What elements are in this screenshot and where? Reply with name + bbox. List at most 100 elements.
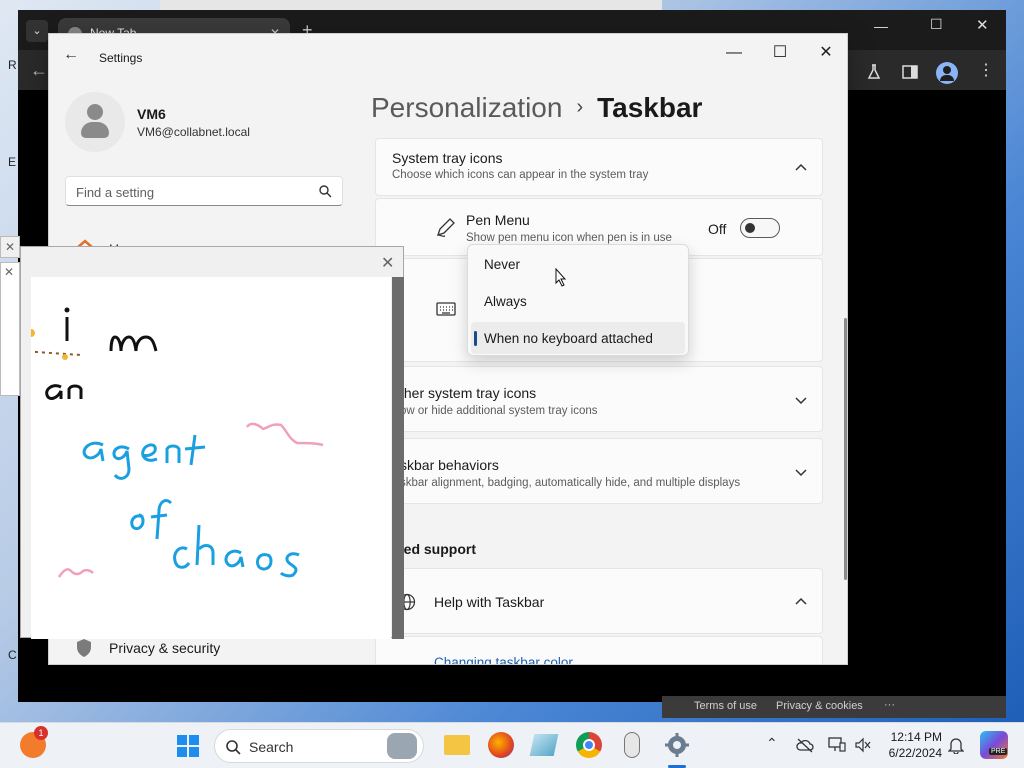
browser-close-button[interactable]: ✕ [976,16,989,34]
other-tray-title: ther system tray icons [400,385,537,401]
desktop-letter: R [8,58,17,72]
find-setting-input[interactable]: Find a setting [65,176,343,206]
chevron-up-icon[interactable] [794,161,808,175]
network-icon[interactable] [828,737,846,753]
pen-icon [436,218,455,237]
option-label: Never [484,257,521,272]
touch-keyboard-dropdown: Never Always When no keyboard attached [467,244,689,356]
browser-menu-icon[interactable]: ⋮ [978,60,994,80]
pen-menu-subtitle: Show pen menu icon when pen is in use [466,232,672,244]
chrome-icon[interactable] [576,732,602,758]
copilot-badge: PRE [989,748,1008,755]
page-title: Taskbar [597,92,703,123]
search-highlight-icon [387,733,417,759]
breadcrumb-separator: › [576,96,584,118]
handwriting-drawing [20,307,324,578]
show-hidden-icons-button[interactable]: ⌃ [766,735,778,752]
nav-label-privacy: Privacy & security [109,640,221,656]
browser-back-icon[interactable]: ← [30,60,48,81]
system-tray-header[interactable]: System tray icons Choose which icons can… [375,138,823,196]
footer-more-button[interactable]: ··· [884,699,895,711]
app-cube-icon[interactable] [529,734,559,756]
dropdown-option-never[interactable]: Never [471,248,685,280]
dropdown-option-no-keyboard[interactable]: When no keyboard attached [471,322,685,354]
taskbar-behaviors-card[interactable]: skbar behaviors skbar alignment, badging… [375,438,823,504]
back-button[interactable]: ← [63,46,79,64]
changing-taskbar-color-link[interactable]: Changing taskbar color [434,655,573,664]
search-icon [319,185,332,198]
app-title: Settings [99,51,143,65]
pen-menu-toggle[interactable] [740,218,780,238]
paint-window: ✕ [20,246,404,639]
mouse-cursor-icon [555,268,567,287]
chevron-down-icon[interactable] [794,393,808,407]
related-support-heading: ted support [399,541,476,557]
other-tray-card[interactable]: ther system tray icons ow or hide additi… [375,366,823,432]
keyboard-icon [436,302,456,316]
chevron-up-icon[interactable] [794,595,808,609]
pen-menu-toggle-state: Off [708,221,727,237]
settings-titlebar: ← Settings — ☐ ✕ [49,34,847,74]
breadcrumb-parent[interactable]: Personalization [371,92,562,123]
system-tray-subtitle: Choose which icons can appear in the sys… [392,169,649,181]
dropdown-option-always[interactable]: Always [471,285,685,317]
side-window-close-button[interactable]: ✕ [0,236,20,258]
close-button[interactable]: ✕ [803,38,847,68]
minimize-button[interactable]: — [711,38,757,68]
settings-gear-icon[interactable] [664,732,690,758]
pen-menu-title: Pen Menu [466,212,530,228]
chevron-down-icon[interactable] [794,465,808,479]
option-label: When no keyboard attached [484,331,653,346]
user-avatar [65,92,125,152]
window-strip [160,0,662,10]
taskbar: 1 Search ⌃ 12:14 PM 6/22/2024 PRE [0,722,1024,768]
desktop-letter: E [8,155,17,169]
behaviors-subtitle: skbar alignment, badging, automatically … [400,477,741,489]
system-clock[interactable]: 12:14 PM 6/22/2024 [880,729,942,761]
breadcrumb: Personalization › Taskbar [371,92,702,124]
terms-link[interactable]: Terms of use [694,700,757,712]
notification-badge: 1 [34,726,48,740]
paint-close-button[interactable]: ✕ [381,253,394,273]
paint-scrollbar[interactable] [392,277,404,639]
drawing-canvas[interactable] [20,277,391,639]
privacy-cookies-link[interactable]: Privacy & cookies [776,700,863,712]
behaviors-title: skbar behaviors [400,457,499,473]
browser-minimize-button[interactable]: — [874,18,888,34]
shield-icon [77,639,91,657]
labs-flask-icon[interactable] [866,64,882,80]
taskbar-search-box[interactable]: Search [214,729,424,763]
sidebar-icon[interactable] [902,64,918,80]
side-window-fragment: ✕ [0,262,20,396]
browser-maximize-button[interactable]: ☐ [930,16,943,33]
clock-date: 6/22/2024 [888,746,942,760]
desktop-letter: C [8,648,17,662]
firefox-icon[interactable] [488,732,514,758]
selection-indicator [474,331,477,346]
notification-bell-icon[interactable] [948,736,964,754]
settings-scrollbar[interactable] [844,318,847,580]
start-button-icon[interactable] [176,734,200,758]
system-tray-title: System tray icons [392,150,503,166]
weather-widget-icon[interactable]: 1 [20,726,48,758]
file-explorer-icon[interactable] [444,735,470,755]
clock-time: 12:14 PM [890,730,942,744]
user-email: VM6@collabnet.local [137,125,250,139]
copilot-icon[interactable]: PRE [980,731,1008,759]
search-placeholder: Find a setting [76,185,155,200]
option-label: Always [484,294,527,309]
side-window-close-icon[interactable]: ✕ [4,265,14,279]
profile-avatar-icon[interactable] [936,62,958,84]
volume-muted-icon[interactable] [854,737,872,753]
help-title: Help with Taskbar [434,594,545,610]
tab-search-icon[interactable]: ⌄ [26,20,48,42]
search-icon [226,740,241,755]
user-name: VM6 [137,106,166,122]
help-links-card: Changing taskbar color [375,636,823,664]
other-tray-subtitle: ow or hide additional system tray icons [400,405,598,417]
cloud-offline-icon[interactable] [796,737,814,753]
help-with-taskbar-card[interactable]: Help with Taskbar [375,568,823,634]
maximize-button[interactable]: ☐ [757,38,803,68]
mouse-app-icon[interactable] [624,732,640,758]
browser-footer: Terms of use Privacy & cookies ··· [662,696,1006,718]
